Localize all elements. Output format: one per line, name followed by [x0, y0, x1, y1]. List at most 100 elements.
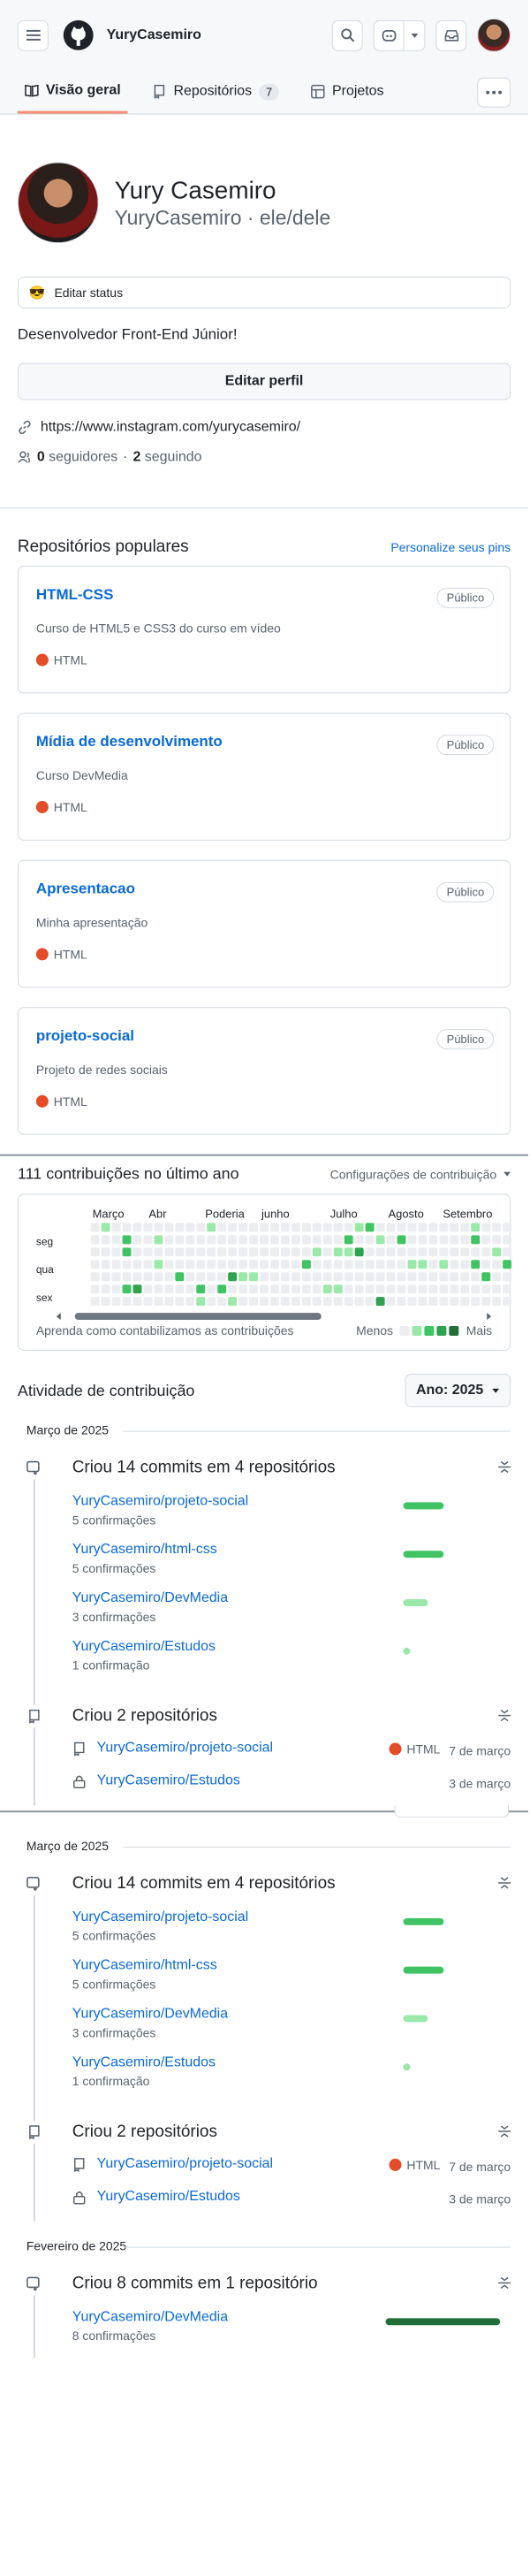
heatmap-cell[interactable]: [217, 1272, 227, 1282]
heatmap-cell[interactable]: [481, 1247, 491, 1257]
heatmap-cell[interactable]: [228, 1284, 238, 1294]
heatmap-cell[interactable]: [418, 1284, 428, 1294]
heatmap-cell[interactable]: [354, 1284, 364, 1294]
heatmap-cell[interactable]: [397, 1247, 406, 1257]
heatmap-cell[interactable]: [101, 1260, 110, 1269]
heatmap-cell[interactable]: [344, 1223, 353, 1232]
heatmap-cell[interactable]: [122, 1297, 132, 1307]
heatmap-cell[interactable]: [217, 1284, 227, 1294]
heatmap-cell[interactable]: [375, 1247, 385, 1257]
heatmap-cell[interactable]: [186, 1260, 195, 1269]
heatmap-cell[interactable]: [301, 1297, 311, 1307]
heatmap-cell[interactable]: [238, 1235, 248, 1245]
learn-contrib-link[interactable]: Aprenda como contabilizamos as contribui…: [36, 1323, 294, 1338]
pinned-repo-name[interactable]: Mídia de desenvolvimento: [36, 733, 223, 750]
heatmap-cell[interactable]: [471, 1223, 481, 1232]
heatmap-cell[interactable]: [407, 1260, 417, 1269]
heatmap-cell[interactable]: [397, 1284, 406, 1294]
heatmap-cell[interactable]: [397, 1272, 406, 1282]
heatmap-cell[interactable]: [269, 1297, 279, 1307]
heatmap-cell[interactable]: [481, 1297, 491, 1307]
heatmap-cell[interactable]: [450, 1284, 459, 1294]
heatmap-cell[interactable]: [260, 1260, 269, 1269]
heatmap-cell[interactable]: [450, 1272, 459, 1282]
heatmap-cell[interactable]: [249, 1284, 259, 1294]
heatmap-cell[interactable]: [154, 1272, 163, 1282]
commit-repo-link[interactable]: YuryCasemiro/Estudos: [72, 1639, 216, 1654]
heatmap-cell[interactable]: [269, 1284, 279, 1294]
heatmap-cell[interactable]: [228, 1297, 238, 1307]
heatmap-cell[interactable]: [122, 1235, 132, 1245]
heatmap-cell[interactable]: [101, 1284, 110, 1294]
heatmap-cell[interactable]: [301, 1260, 311, 1269]
heatmap-cell[interactable]: [439, 1247, 449, 1257]
heatmap-cell[interactable]: [280, 1284, 290, 1294]
heatmap-cell[interactable]: [143, 1284, 153, 1294]
heatmap-cell[interactable]: [333, 1297, 343, 1307]
copilot-button[interactable]: [373, 19, 405, 51]
year-select[interactable]: Ano: 2025: [405, 1373, 511, 1407]
heatmap-scrollbar[interactable]: [74, 1313, 322, 1321]
heatmap-cell[interactable]: [418, 1235, 428, 1245]
heatmap-cell[interactable]: [492, 1235, 502, 1245]
heatmap-cell[interactable]: [90, 1284, 100, 1294]
heatmap-cell[interactable]: [471, 1247, 481, 1257]
pinned-repo-name[interactable]: projeto-social: [36, 1027, 134, 1044]
heatmap-cell[interactable]: [132, 1284, 142, 1294]
heatmap-cell[interactable]: [207, 1235, 216, 1245]
heatmap-cell[interactable]: [249, 1260, 259, 1269]
heatmap-cell[interactable]: [101, 1235, 110, 1245]
heatmap-cell[interactable]: [90, 1247, 100, 1257]
heatmap-cell[interactable]: [481, 1272, 491, 1282]
heatmap-cell[interactable]: [503, 1284, 512, 1294]
pinned-repo-name[interactable]: Apresentacao: [36, 880, 135, 897]
heatmap-cell[interactable]: [101, 1247, 110, 1257]
commit-repo-link[interactable]: YuryCasemiro/Estudos: [72, 2054, 216, 2069]
heatmap-cell[interactable]: [249, 1297, 259, 1307]
heatmap-cell[interactable]: [122, 1260, 132, 1269]
heatmap-cell[interactable]: [418, 1260, 428, 1269]
heatmap-cell[interactable]: [312, 1247, 322, 1257]
heatmap-cell[interactable]: [291, 1272, 300, 1282]
heatmap-cell[interactable]: [418, 1272, 428, 1282]
heatmap-cell[interactable]: [471, 1272, 481, 1282]
heatmap-cell[interactable]: [312, 1284, 322, 1294]
heatmap-cell[interactable]: [460, 1223, 470, 1232]
heatmap-cell[interactable]: [503, 1223, 512, 1232]
heatmap-cell[interactable]: [269, 1223, 279, 1232]
heatmap-cell[interactable]: [460, 1235, 470, 1245]
heatmap-cell[interactable]: [164, 1247, 174, 1257]
heatmap-cell[interactable]: [207, 1272, 216, 1282]
heatmap-cell[interactable]: [196, 1223, 206, 1232]
heatmap-cell[interactable]: [186, 1272, 195, 1282]
heatmap-cell[interactable]: [228, 1247, 238, 1257]
heatmap-cell[interactable]: [196, 1297, 206, 1307]
inbox-button[interactable]: [435, 19, 467, 51]
heatmap-cell[interactable]: [375, 1223, 385, 1232]
heatmap-cell[interactable]: [312, 1260, 322, 1269]
heatmap-cell[interactable]: [322, 1260, 332, 1269]
repos-summary[interactable]: Criou 2 repositórios: [72, 2121, 528, 2144]
heatmap-cell[interactable]: [354, 1223, 364, 1232]
heatmap-cell[interactable]: [301, 1247, 311, 1257]
heatmap-cell[interactable]: [492, 1297, 502, 1307]
menu-button[interactable]: [17, 19, 49, 51]
scroll-left-icon[interactable]: [56, 1313, 61, 1321]
heatmap-cell[interactable]: [312, 1272, 322, 1282]
heatmap-cell[interactable]: [269, 1247, 279, 1257]
heatmap-cell[interactable]: [503, 1297, 512, 1307]
scroll-right-icon[interactable]: [487, 1313, 492, 1321]
heatmap-cell[interactable]: [428, 1247, 438, 1257]
heatmap-cell[interactable]: [481, 1223, 491, 1232]
heatmap-cell[interactable]: [228, 1235, 238, 1245]
heatmap-cell[interactable]: [186, 1235, 195, 1245]
heatmap-cell[interactable]: [207, 1260, 216, 1269]
followers-link[interactable]: 0 seguidores: [37, 449, 117, 465]
heatmap-cell[interactable]: [322, 1235, 332, 1245]
heatmap-cell[interactable]: [322, 1247, 332, 1257]
heatmap-cell[interactable]: [280, 1223, 290, 1232]
heatmap-cell[interactable]: [217, 1235, 227, 1245]
heatmap-cell[interactable]: [301, 1284, 311, 1294]
heatmap-cell[interactable]: [143, 1247, 153, 1257]
heatmap-cell[interactable]: [90, 1297, 100, 1307]
